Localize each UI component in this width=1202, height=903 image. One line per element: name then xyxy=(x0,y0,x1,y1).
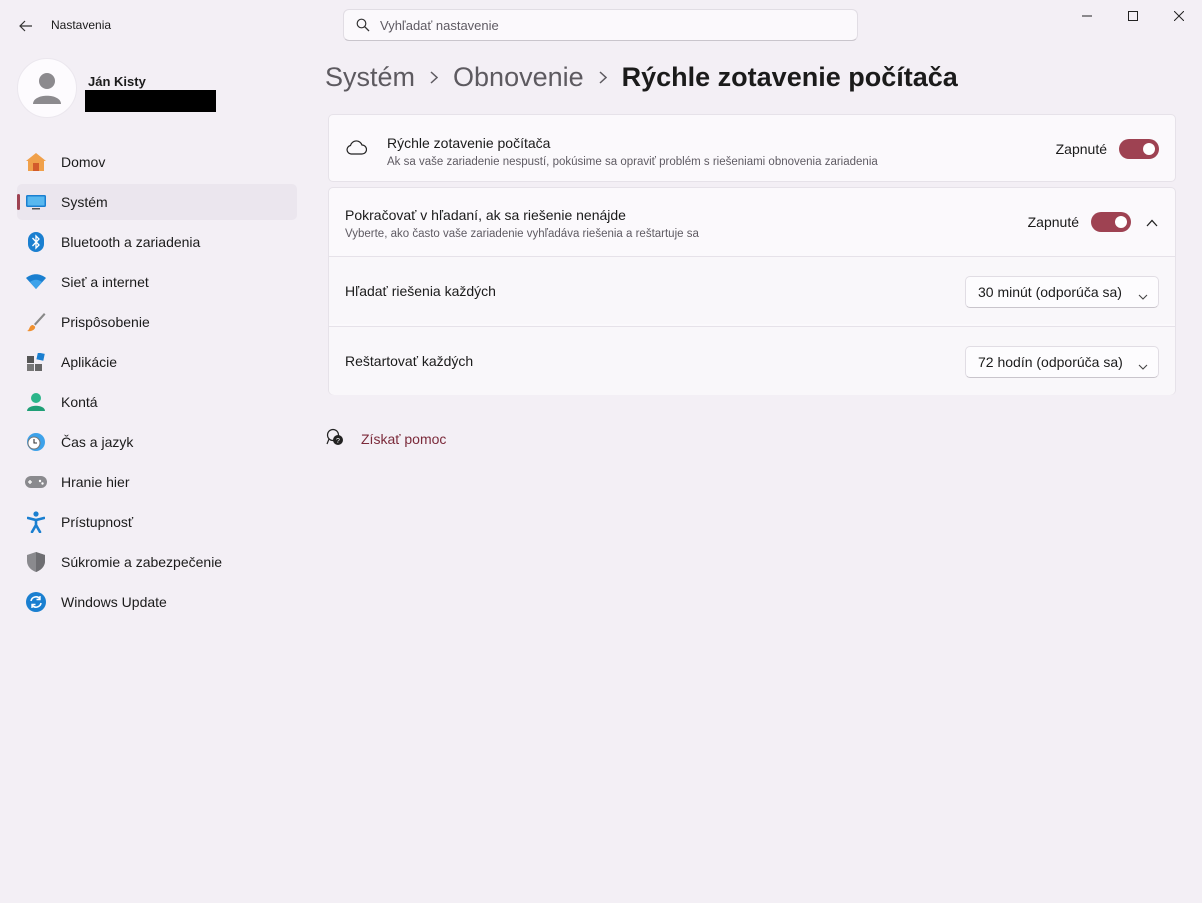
sidebar-item-label: Aplikácie xyxy=(61,354,118,370)
settings-window: Nastavenia Ján Kisty Domov xyxy=(0,0,1202,903)
sidebar-nav: Domov Systém Bluetooth a zariadenia Sieť… xyxy=(17,144,297,624)
quick-recovery-card: Rýchle zotavenie počítača Ak sa vaše zar… xyxy=(328,114,1176,182)
window-controls xyxy=(1064,0,1202,32)
quick-recovery-toggle[interactable] xyxy=(1119,139,1159,159)
app-title: Nastavenia xyxy=(51,18,112,32)
sidebar-item-windows-update[interactable]: Windows Update xyxy=(17,584,297,620)
toggle-state-label: Zapnuté xyxy=(1055,141,1107,157)
sidebar-item-home[interactable]: Domov xyxy=(17,144,297,180)
continue-search-text: Pokračovať v hľadaní, ak sa riešenie nen… xyxy=(345,207,699,240)
breadcrumb-recovery[interactable]: Obnovenie xyxy=(453,62,584,93)
sidebar-item-system[interactable]: Systém xyxy=(17,184,297,220)
restart-interval-dropdown[interactable]: 72 hodín (odporúča sa) xyxy=(965,346,1159,378)
sidebar-item-accessibility[interactable]: Prístupnosť xyxy=(17,504,297,540)
search-box[interactable] xyxy=(343,9,858,41)
account-icon xyxy=(25,391,47,413)
gamepad-icon xyxy=(25,471,47,493)
sidebar-item-privacy[interactable]: Súkromie a zabezpečenie xyxy=(17,544,297,580)
sidebar-item-network[interactable]: Sieť a internet xyxy=(17,264,297,300)
continue-search-toggle-group: Zapnuté xyxy=(1028,212,1131,232)
toggle-state-label: Zapnuté xyxy=(1027,214,1079,230)
quick-recovery-text: Rýchle zotavenie počítača Ak sa vaše zar… xyxy=(387,135,878,168)
sidebar-item-bluetooth[interactable]: Bluetooth a zariadenia xyxy=(17,224,297,260)
search-interval-label: Hľadať riešenia každých xyxy=(345,283,496,299)
restart-interval-label: Reštartovať každých xyxy=(345,353,474,369)
search-interval-dropdown[interactable]: 30 minút (odporúča sa) xyxy=(965,276,1159,308)
shield-icon xyxy=(25,551,47,573)
sidebar-item-label: Čas a jazyk xyxy=(61,434,134,450)
quick-recovery-description: Ak sa vaše zariadenie nespustí, pokúsime… xyxy=(387,156,878,168)
breadcrumb: Systém Obnovenie Rýchle zotavenie počíta… xyxy=(325,60,958,94)
avatar[interactable] xyxy=(17,58,77,118)
sidebar-item-apps[interactable]: Aplikácie xyxy=(17,344,297,380)
close-icon xyxy=(1174,11,1184,21)
search-icon xyxy=(356,18,370,32)
restart-interval-row: Reštartovať každých 72 hodín (odporúča s… xyxy=(329,326,1175,395)
maximize-icon xyxy=(1128,11,1138,21)
back-arrow-icon xyxy=(19,20,32,32)
accessibility-icon xyxy=(25,511,47,533)
minimize-icon xyxy=(1082,15,1092,17)
search-interval-value: 30 minút (odporúča sa) xyxy=(978,284,1122,300)
sidebar-item-label: Domov xyxy=(61,154,106,170)
back-button[interactable] xyxy=(12,12,40,40)
svg-text:?: ? xyxy=(336,438,340,445)
sidebar-item-label: Bluetooth a zariadenia xyxy=(61,234,201,250)
chevron-up-icon[interactable] xyxy=(1137,208,1167,238)
sidebar-item-gaming[interactable]: Hranie hier xyxy=(17,464,297,500)
sidebar-item-label: Kontá xyxy=(61,394,98,410)
clock-globe-icon xyxy=(25,431,47,453)
close-button[interactable] xyxy=(1156,0,1202,32)
continue-search-description: Vyberte, ako často vaše zariadenie vyhľa… xyxy=(345,228,699,240)
sidebar-item-label: Súkromie a zabezpečenie xyxy=(61,554,223,570)
sidebar-item-label: Systém xyxy=(61,194,108,210)
sidebar-item-label: Sieť a internet xyxy=(61,274,149,290)
continue-search-toggle[interactable] xyxy=(1091,212,1131,232)
sidebar-item-label: Hranie hier xyxy=(61,474,130,490)
user-email-redacted xyxy=(85,90,216,112)
minimize-button[interactable] xyxy=(1064,0,1110,32)
quick-recovery-toggle-group: Zapnuté xyxy=(1056,139,1159,159)
chevron-right-icon xyxy=(430,70,439,84)
sidebar-item-label: Prispôsobenie xyxy=(61,314,150,330)
quick-recovery-title: Rýchle zotavenie počítača xyxy=(387,135,551,151)
help-icon: ? xyxy=(326,428,344,449)
update-icon xyxy=(25,591,47,613)
chevron-right-icon xyxy=(599,70,607,84)
sidebar-item-time-language[interactable]: Čas a jazyk xyxy=(17,424,297,460)
user-name: Ján Kisty xyxy=(88,74,146,89)
get-help-link[interactable]: Získať pomoc xyxy=(361,431,446,447)
continue-search-title: Pokračovať v hľadaní, ak sa riešenie nen… xyxy=(345,207,626,223)
sidebar-item-label: Prístupnosť xyxy=(61,514,134,530)
sidebar-item-accounts[interactable]: Kontá xyxy=(17,384,297,420)
restart-interval-value: 72 hodín (odporúča sa) xyxy=(978,354,1123,370)
continue-search-header[interactable]: Pokračovať v hľadaní, ak sa riešenie nen… xyxy=(329,188,1175,256)
sidebar-item-personalization[interactable]: Prispôsobenie xyxy=(17,304,297,340)
maximize-button[interactable] xyxy=(1110,0,1156,32)
sidebar-item-label: Windows Update xyxy=(61,594,167,610)
chevron-down-icon xyxy=(1138,357,1148,373)
wifi-icon xyxy=(25,271,47,293)
breadcrumb-system[interactable]: Systém xyxy=(325,62,415,93)
cloud-icon xyxy=(345,139,368,160)
get-help: ? Získať pomoc xyxy=(326,428,446,449)
bluetooth-icon xyxy=(25,231,47,253)
home-icon xyxy=(25,151,47,173)
search-interval-row: Hľadať riešenia každých 30 minút (odporú… xyxy=(329,256,1175,324)
user-silhouette-icon xyxy=(33,73,61,104)
system-icon xyxy=(25,191,47,213)
apps-icon xyxy=(25,351,47,373)
chevron-down-icon xyxy=(1138,287,1148,303)
brush-icon xyxy=(25,311,47,333)
page-title: Rýchle zotavenie počítača xyxy=(621,61,958,92)
search-input[interactable] xyxy=(380,17,820,33)
continue-search-card: Pokračovať v hľadaní, ak sa riešenie nen… xyxy=(328,187,1176,395)
